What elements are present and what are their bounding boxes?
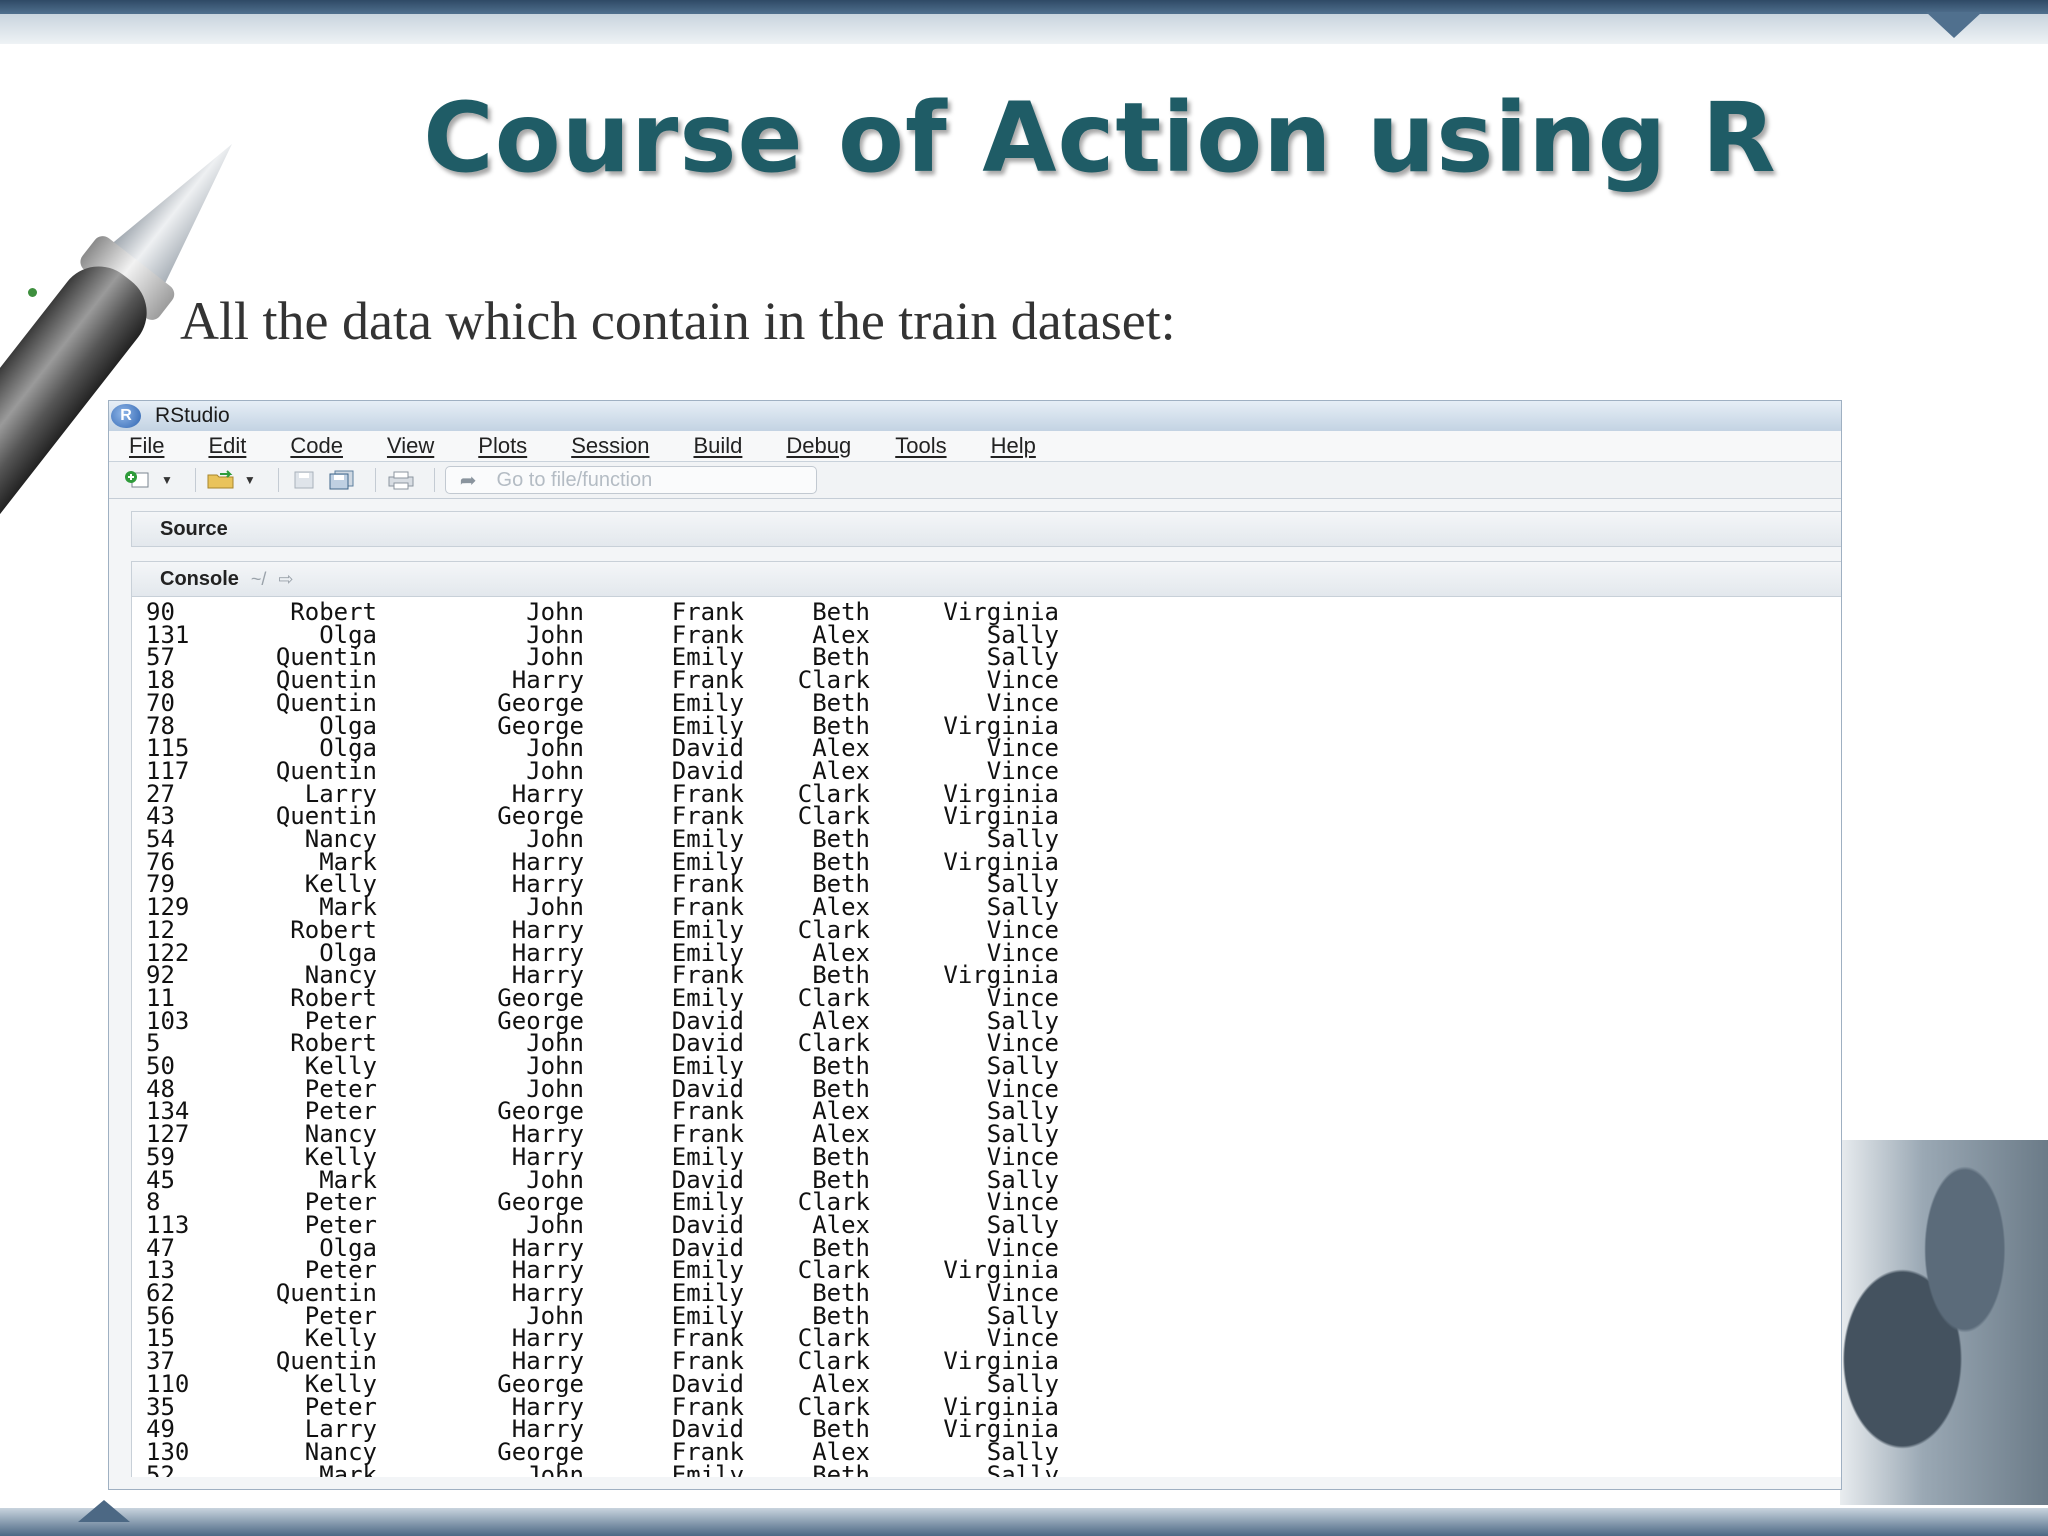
console-row: 90 Robert John Frank Beth Virginia bbox=[132, 600, 1132, 624]
console-row: 50 Kelly John Emily Beth Sally bbox=[132, 1054, 1132, 1078]
console-row: 113 Peter John David Alex Sally bbox=[132, 1213, 1132, 1237]
new-file-icon[interactable] bbox=[123, 469, 153, 491]
console-tab-label: Console bbox=[160, 567, 239, 590]
menu-edit[interactable]: Edit bbox=[208, 433, 246, 459]
source-pane-header[interactable]: Source bbox=[131, 511, 1841, 547]
console-row: 5 Robert John David Clark Vince bbox=[132, 1031, 1132, 1055]
console-row: 59 Kelly Harry Emily Beth Vince bbox=[132, 1145, 1132, 1169]
console-row: 134 Peter George Frank Alex Sally bbox=[132, 1099, 1132, 1123]
save-all-icon[interactable] bbox=[327, 469, 357, 491]
console-row: 62 Quentin Harry Emily Beth Vince bbox=[132, 1281, 1132, 1305]
console-row: 79 Kelly Harry Frank Beth Sally bbox=[132, 872, 1132, 896]
toolbar-divider bbox=[374, 468, 376, 492]
console-row: 129 Mark John Frank Alex Sally bbox=[132, 895, 1132, 919]
row-cell: Emily bbox=[671, 1460, 744, 1477]
go-to-file-placeholder: Go to file/function bbox=[496, 468, 653, 491]
menu-file[interactable]: File bbox=[129, 433, 164, 459]
menu-code[interactable]: Code bbox=[290, 433, 343, 459]
slide-title: Course of Action using R bbox=[423, 82, 1777, 194]
console-row: 45 Mark John David Beth Sally bbox=[132, 1168, 1132, 1192]
console-row: 37 Quentin Harry Frank Clark Virginia bbox=[132, 1349, 1132, 1373]
console-row: 52 Mark John Emily Beth Sally bbox=[132, 1460, 1132, 1477]
console-row: 78 Olga George Emily Beth Virginia bbox=[132, 714, 1132, 738]
menu-debug[interactable]: Debug bbox=[786, 433, 851, 459]
menu-tools[interactable]: Tools bbox=[895, 433, 946, 459]
rstudio-window-screenshot: R RStudio File Edit Code View Plots Sess… bbox=[108, 400, 1842, 1490]
toolbar-divider bbox=[194, 468, 196, 492]
console-pane-header[interactable]: Console ~/ ⇨ bbox=[131, 561, 1841, 597]
console-row: 130 Nancy George Frank Alex Sally bbox=[132, 1440, 1132, 1464]
slide-top-notch bbox=[1926, 12, 1982, 38]
row-index: 52 bbox=[146, 1460, 175, 1477]
slide-top-bar bbox=[0, 0, 2048, 14]
console-working-dir: ~/ bbox=[250, 568, 267, 589]
menu-help[interactable]: Help bbox=[991, 433, 1036, 459]
console-row: 12 Robert Harry Emily Clark Vince bbox=[132, 918, 1132, 942]
console-row: 127 Nancy Harry Frank Alex Sally bbox=[132, 1122, 1132, 1146]
console-row: 48 Peter John David Beth Vince bbox=[132, 1077, 1132, 1101]
console-row: 49 Larry Harry David Beth Virginia bbox=[132, 1417, 1132, 1441]
go-to-file-input[interactable]: ➦ Go to file/function bbox=[444, 466, 817, 494]
console-row: 43 Quentin George Frank Clark Virginia bbox=[132, 804, 1132, 828]
slide-bottom-bar bbox=[0, 1508, 2048, 1536]
save-icon[interactable] bbox=[289, 469, 319, 491]
bullet-text: All the data which contain in the train … bbox=[180, 291, 1176, 351]
r-logo-icon: R bbox=[111, 404, 141, 428]
row-cell: Sally bbox=[986, 1460, 1059, 1477]
row-cell: John bbox=[526, 1460, 584, 1477]
console-output[interactable]: 90 Robert John Frank Beth Virginia 131 Olga John… bbox=[131, 597, 1841, 1477]
bullet-icon bbox=[28, 288, 37, 297]
row-cell: Mark bbox=[319, 1460, 377, 1477]
menu-bar: File Edit Code View Plots Session Build … bbox=[109, 431, 1841, 462]
window-title: RStudio bbox=[155, 404, 230, 427]
row-cell: Beth bbox=[812, 1460, 870, 1477]
toolbar-divider bbox=[277, 468, 279, 492]
business-people-image bbox=[1840, 1140, 2048, 1505]
console-row: 76 Mark Harry Emily Beth Virginia bbox=[132, 850, 1132, 874]
source-tab-label: Source bbox=[160, 517, 228, 540]
go-to-arrow-icon: ➦ bbox=[459, 469, 477, 492]
console-row: 92 Nancy Harry Frank Beth Virginia bbox=[132, 963, 1132, 987]
menu-view[interactable]: View bbox=[387, 433, 434, 459]
slide-bottom-notch bbox=[78, 1500, 130, 1522]
console-row: 11 Robert George Emily Clark Vince bbox=[132, 986, 1132, 1010]
menu-plots[interactable]: Plots bbox=[478, 433, 527, 459]
window-title-bar: R RStudio bbox=[109, 401, 1841, 431]
menu-session[interactable]: Session bbox=[571, 433, 649, 459]
menu-build[interactable]: Build bbox=[693, 433, 742, 459]
chevron-down-icon[interactable]: ▼ bbox=[161, 473, 173, 487]
print-icon[interactable] bbox=[386, 469, 416, 491]
toolbar: ▼ ▼ ➦ Go to file/function bbox=[109, 462, 1841, 499]
console-row: 8 Peter George Emily Clark Vince bbox=[132, 1190, 1132, 1214]
console-row: 56 Peter John Emily Beth Sally bbox=[132, 1304, 1132, 1328]
slide-top-band bbox=[0, 14, 2048, 44]
chevron-down-icon[interactable]: ▼ bbox=[244, 473, 256, 487]
toolbar-divider bbox=[433, 468, 435, 492]
console-row: 103 Peter George David Alex Sally bbox=[132, 1009, 1132, 1033]
open-folder-icon[interactable] bbox=[206, 469, 236, 491]
console-goto-dir-icon[interactable]: ⇨ bbox=[278, 569, 293, 590]
